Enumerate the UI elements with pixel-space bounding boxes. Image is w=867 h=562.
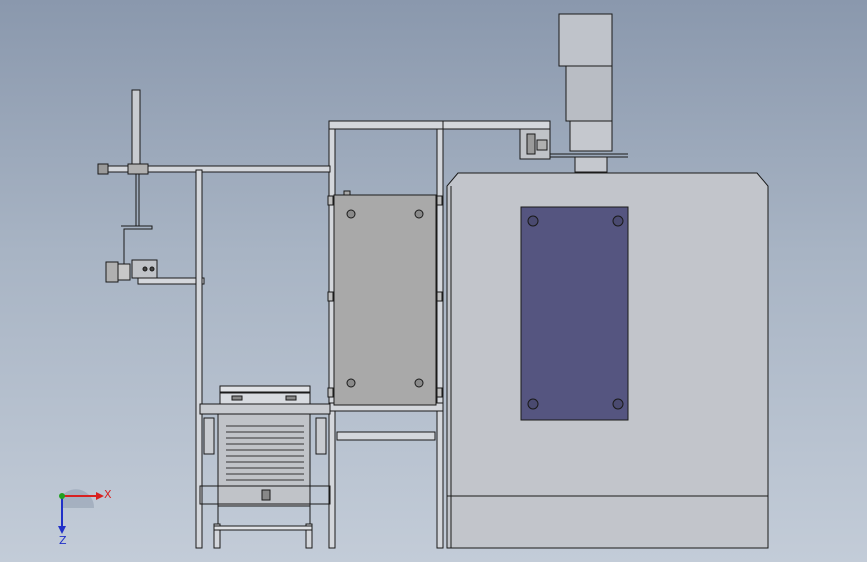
left-post[interactable] — [195, 169, 203, 549]
machine-door-panel[interactable] — [520, 206, 629, 421]
z-axis-label: Z — [59, 534, 67, 546]
cad-viewport[interactable] — [0, 0, 867, 562]
electrical-cabinet[interactable] — [327, 190, 443, 406]
coordinate-triad-icon: X Z — [58, 488, 112, 546]
feeder-unit[interactable] — [199, 385, 331, 549]
x-axis-label: X — [104, 488, 112, 501]
sensor-arm[interactable] — [97, 89, 331, 285]
motor-assembly[interactable] — [548, 13, 628, 173]
y-axis-dot — [59, 493, 65, 499]
